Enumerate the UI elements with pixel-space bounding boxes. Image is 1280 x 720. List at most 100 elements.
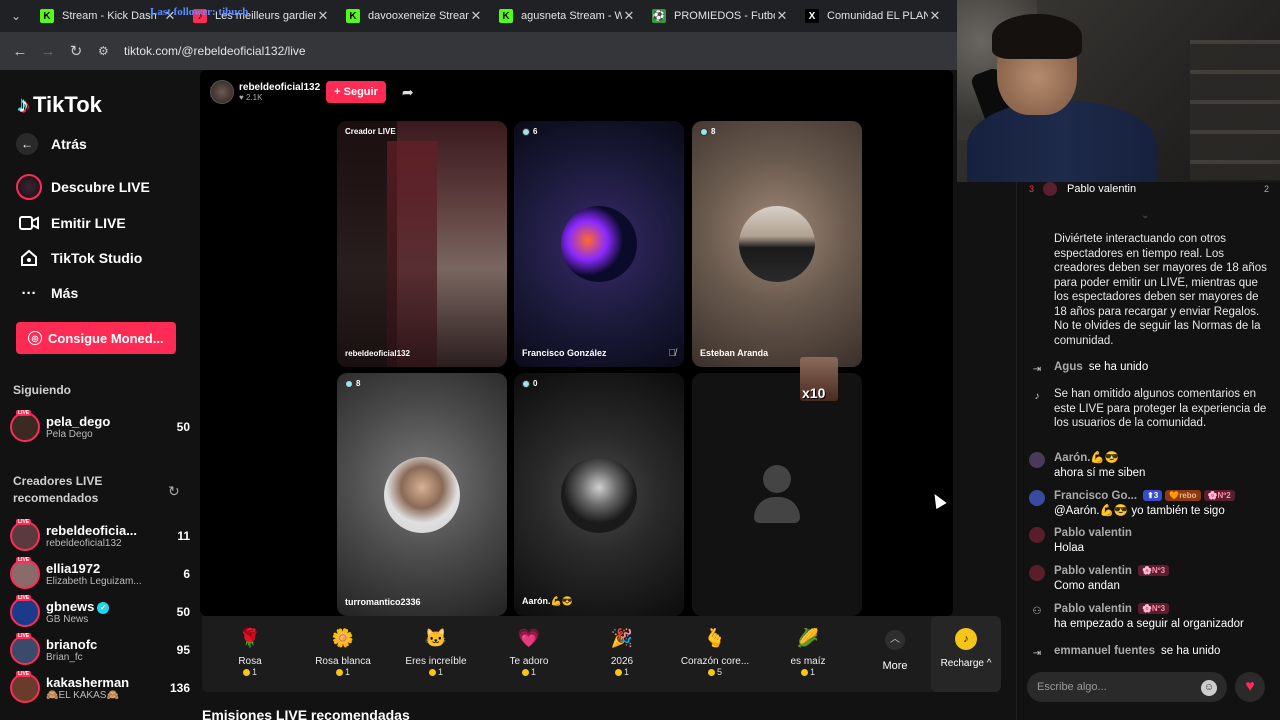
gift-item[interactable]: 💗 Te adoro 1	[483, 624, 575, 677]
viewer-count: 6	[183, 567, 190, 581]
more-gifts-button[interactable]: ︿ More	[875, 630, 915, 672]
gift-overlay-image: x10	[800, 357, 838, 401]
top-viewer-row[interactable]: 3 Pablo valentin 2	[1029, 182, 1269, 196]
avatar: LIVE	[10, 519, 40, 551]
avatar[interactable]	[1029, 490, 1045, 506]
gift-name: Corazón core...	[680, 656, 750, 667]
guest-tile-host[interactable]: Creador LIVE rebeldeoficial132	[337, 121, 507, 367]
chat-username[interactable]: Pablo valentin	[1054, 565, 1132, 577]
gift-item[interactable]: 🌹 Rosa 1	[204, 624, 296, 677]
coin-icon: ♪	[955, 628, 977, 650]
recommended-creator[interactable]: LIVE gbnews ✓ GB News 50	[10, 594, 190, 630]
host-avatar[interactable]	[210, 80, 234, 104]
heart-icon[interactable]: ♥	[1235, 672, 1265, 702]
user-badge: 🌸Nº3	[1137, 603, 1170, 615]
enter-icon: ⇥	[1032, 647, 1042, 659]
guest-tile-5[interactable]: 0 Aarón.💪😎	[514, 373, 684, 616]
close-icon[interactable]: ✕	[622, 8, 636, 24]
guest-tile-4[interactable]: 8 turromantico2336	[337, 373, 507, 616]
gift-icon: 🌼	[331, 628, 355, 648]
empty-guest-slot[interactable]	[692, 373, 862, 616]
chat-username[interactable]: Pablo valentin	[1054, 527, 1132, 539]
following-account[interactable]: LIVE pela_dego Pela Dego 50	[10, 409, 190, 445]
chat-input[interactable]: Escribe algo...	[1027, 672, 1227, 702]
browser-tab[interactable]: X Comunidad EL PLANE ✕	[797, 0, 950, 32]
chat-text: Holaa	[1054, 541, 1085, 554]
guest-avatar	[561, 456, 637, 533]
chat-message: ♪ Se han omitido algunos comentarios en e…	[1029, 387, 1274, 431]
arrow-left-icon: ←	[16, 133, 38, 155]
refresh-icon[interactable]: ↻	[168, 483, 180, 500]
forward-arrow-icon[interactable]: →	[34, 37, 62, 65]
chat-text: @Aarón.💪😎 yo también te sigo	[1054, 504, 1225, 517]
gift-price: 1	[762, 667, 854, 677]
tab-title: agusneta Stream - Wa	[521, 10, 622, 22]
get-coins-button[interactable]: ◎ Consigue Moned...	[16, 322, 176, 354]
chat-text: se ha unido	[1088, 361, 1149, 373]
recommended-creator[interactable]: LIVE kakasherman 🙈EL KAKAS🙈 136	[10, 670, 190, 706]
recommended-creator[interactable]: LIVE brianofc Brian_fc 95	[10, 632, 190, 668]
close-icon[interactable]: ✕	[469, 8, 483, 24]
viewer-count: 11	[177, 529, 190, 543]
browser-tab[interactable]: Kagusneta Stream - Wa ✕	[491, 0, 644, 32]
chevron-down-icon[interactable]: ⌄	[1141, 210, 1149, 221]
chat-username[interactable]: Agus	[1054, 361, 1083, 373]
tiktok-logo[interactable]: ♪ TikTok	[18, 92, 102, 118]
reload-icon[interactable]: ↻	[62, 37, 90, 65]
avatar: LIVE	[10, 557, 40, 589]
browser-tab-strip: ⌄ K Stream - Kick Dash ✕ ♪ Les meilleurs gar…	[0, 0, 957, 32]
viewer-count: 95	[176, 643, 190, 657]
recommended-lives-heading: Emisiones LIVE recomendadas	[202, 707, 410, 720]
gift-item[interactable]: 🎉 2026 1	[576, 624, 668, 677]
gift-item[interactable]: 🐱 Eres increíble 1	[390, 624, 482, 677]
chat-message: Aarón.💪😎 ahora sí me siben	[1029, 451, 1274, 480]
close-icon[interactable]: ✕	[316, 8, 330, 24]
nav-tiktok-studio[interactable]: TikTok Studio	[16, 246, 142, 270]
close-icon[interactable]: ✕	[775, 8, 789, 24]
gift-item[interactable]: 🫰 Corazón core... 5	[669, 624, 761, 677]
close-icon[interactable]: ✕	[928, 8, 942, 24]
back-arrow-icon[interactable]: ←	[6, 37, 34, 65]
recommended-creator[interactable]: LIVE rebeldeoficia... rebeldeoficial132 11	[10, 518, 190, 554]
viewer-count: 50	[176, 420, 190, 434]
chat-username[interactable]: Francisco Go...	[1054, 490, 1137, 502]
chat-message: Pablo valentin Holaa	[1029, 526, 1274, 555]
site-settings-icon[interactable]: ⚙	[98, 44, 118, 58]
gift-bar: 🌹 Rosa 1 🌼 Rosa blanca 1 🐱 Eres increíble 1 💗 Te a…	[202, 616, 955, 692]
nav-back[interactable]: ← Atrás	[16, 132, 87, 156]
nav-more[interactable]: ··· Más	[16, 281, 79, 305]
tab-search-icon[interactable]: ⌄	[0, 0, 32, 32]
browser-tab[interactable]: Kdavooxeneize Stream ✕	[338, 0, 491, 32]
video-camera-icon	[16, 212, 42, 234]
chat-username[interactable]: Aarón.💪😎	[1054, 452, 1119, 464]
coin-icon: ◎	[28, 331, 42, 345]
guest-tile-2[interactable]: 6 Francisco González 🎙̸	[514, 121, 684, 367]
default-user-icon	[763, 465, 791, 493]
gift-item[interactable]: 🌽 es maíz 1	[762, 624, 854, 677]
chat-username[interactable]: emmanuel fuentes	[1054, 645, 1155, 657]
chat-username[interactable]: Pablo valentin	[1054, 603, 1132, 615]
guest-name: Esteban Aranda	[700, 348, 769, 358]
avatar[interactable]	[1029, 452, 1045, 468]
gift-icon: 🐱	[424, 628, 448, 648]
viewer-count: 50	[176, 605, 190, 619]
avatar[interactable]	[1029, 527, 1045, 543]
avatar[interactable]	[1029, 565, 1045, 581]
host-name[interactable]: rebeldeoficial132	[239, 82, 320, 93]
studio-icon	[16, 247, 42, 269]
browser-tab[interactable]: ⚽ PROMIEDOS - Futbol a✕	[644, 0, 797, 32]
nav-discover-live[interactable]: Descubre LIVE	[16, 174, 150, 200]
gift-name: Te adoro	[509, 656, 549, 667]
emoji-icon[interactable]: ☺	[1201, 680, 1217, 696]
share-icon[interactable]: ➦	[402, 84, 414, 101]
guest-tile-3[interactable]: 8 Esteban Aranda	[692, 121, 862, 367]
follow-button[interactable]: + Seguir	[326, 81, 386, 103]
gift-item[interactable]: 🌼 Rosa blanca 1	[297, 624, 389, 677]
account-handle: Brian_fc	[46, 652, 83, 663]
guest-avatar	[384, 456, 460, 533]
address-bar[interactable]: ⚙ tiktok.com/@rebeldeoficial132/live	[98, 37, 951, 65]
recommended-creator[interactable]: LIVE ellia1972 Elizabeth Leguizam... 6	[10, 556, 190, 592]
nav-go-live[interactable]: Emitir LIVE	[16, 211, 126, 235]
live-avatar-icon	[16, 174, 42, 200]
recharge-button[interactable]: ♪ Recharge ^	[931, 616, 1001, 692]
